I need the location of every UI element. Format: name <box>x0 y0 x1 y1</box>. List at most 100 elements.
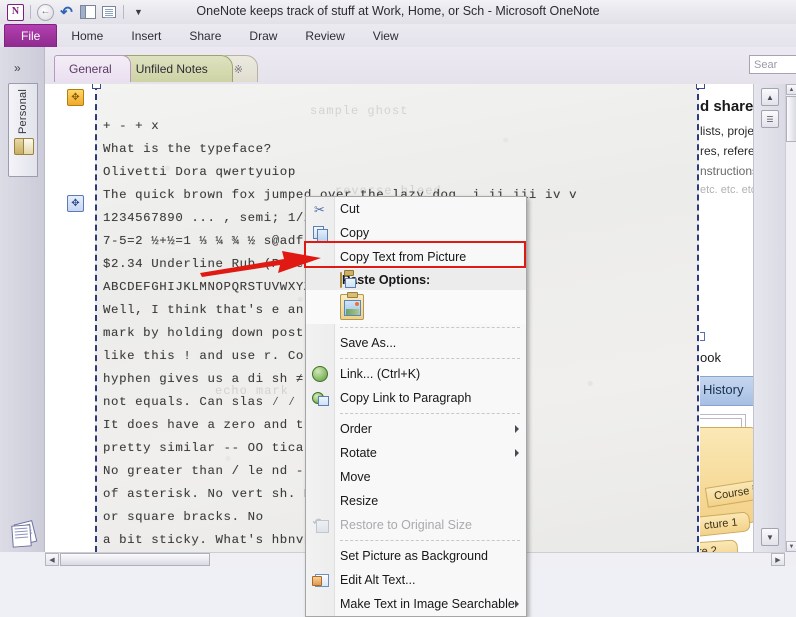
context-menu-item-copy-link-to-paragraph-label: Copy Link to Paragraph <box>340 391 471 405</box>
context-menu-item-set-picture-as-background-label: Set Picture as Background <box>340 549 488 563</box>
context-menu-item-save-as[interactable]: Save As... <box>306 331 526 355</box>
scrollbar-corner <box>785 552 796 566</box>
new-page-button[interactable]: ▲ <box>761 88 779 106</box>
expand-navigation-icon[interactable]: » <box>14 61 21 75</box>
context-menu-item-cut-label: Cut <box>340 202 359 216</box>
submenu-arrow-icon <box>515 600 519 608</box>
ribbon-tab-file[interactable]: File <box>4 24 57 47</box>
context-menu-item-restore-to-original-size: ↶ Restore to Original Size <box>306 513 526 537</box>
scan-line-2: What is the typeface? <box>103 142 272 156</box>
page-tab-history[interactable]: History <box>700 376 753 406</box>
context-menu-item-copy-text-from-picture[interactable]: Copy Text from Picture <box>306 245 526 269</box>
page-tabs-column: ▲ ☰ ▼ <box>753 84 786 552</box>
scan-line-3: Olivetti Dora qwertyuiop <box>103 165 296 179</box>
context-menu-item-move[interactable]: Move <box>306 465 526 489</box>
context-menu-item-rotate[interactable]: Rotate <box>306 441 526 465</box>
context-menu-item-resize-label: Resize <box>340 494 378 508</box>
submenu-arrow-icon <box>515 425 519 433</box>
notebook-icon <box>14 138 33 153</box>
scissors-icon: ✂ <box>310 200 329 218</box>
ribbon-tab-view[interactable]: View <box>359 25 413 47</box>
search-input[interactable]: Sear <box>749 55 796 74</box>
context-menu-item-make-text-in-image-searchable-label: Make Text in Image Searchable <box>340 597 515 611</box>
ribbon-tab-draw[interactable]: Draw <box>235 25 291 47</box>
page-scroll-down-button[interactable]: ▼ <box>761 528 779 546</box>
right-content-heading: d share <box>700 98 753 115</box>
scroll-left-button[interactable]: ◀ <box>45 553 59 566</box>
context-menu-item-resize[interactable]: Resize <box>306 489 526 513</box>
page-right-content: d share lists, projects, res, references… <box>700 84 753 552</box>
context-menu-separator-4 <box>306 537 526 544</box>
paste-picture-icon[interactable] <box>340 294 364 320</box>
context-menu-item-order[interactable]: Order <box>306 417 526 441</box>
new-section-icon: ※ <box>234 64 243 76</box>
ribbon-tab-share[interactable]: Share <box>175 25 235 47</box>
scroll-up-button[interactable]: ▲ <box>786 84 796 95</box>
context-menu-item-save-as-label: Save As... <box>340 336 396 350</box>
picture-context-menu[interactable]: ✂ Cut Copy Copy Text from Picture Paste … <box>305 196 527 617</box>
content-block-handle-small[interactable] <box>700 332 705 341</box>
context-menu-item-cut[interactable]: ✂ Cut <box>306 197 526 221</box>
scan-line-13: not equals. Can slas ∕ ∕ <box>103 395 296 409</box>
ribbon-tab-bar: File Home Insert Share Draw Review View <box>0 24 796 47</box>
submenu-arrow-icon <box>515 449 519 457</box>
context-menu-separator-3 <box>306 410 526 417</box>
vertical-scroll-thumb[interactable] <box>786 96 796 142</box>
annotation-arrow-icon <box>198 243 323 279</box>
context-menu-item-move-label: Move <box>340 470 371 484</box>
context-menu-item-copy-link-to-paragraph[interactable]: Copy Link to Paragraph <box>306 386 526 410</box>
context-menu-item-set-picture-as-background[interactable]: Set Picture as Background <box>306 544 526 568</box>
section-tab-general[interactable]: General <box>54 55 131 82</box>
page-tab-lecture-1[interactable]: cture 1 <box>700 511 751 537</box>
right-content-line-3: nstructions, journal, <box>700 164 753 178</box>
right-content-line-2: res, references, <box>700 144 753 158</box>
right-content-line-4: etc. etc. etc. <box>700 184 753 196</box>
window-title: OneNote keeps track of stuff at Work, Ho… <box>0 4 796 18</box>
context-menu-item-edit-alt-text-label: Edit Alt Text... <box>340 573 416 587</box>
context-menu-item-restore-to-original-size-label: Restore to Original Size <box>340 518 472 532</box>
alt-text-icon <box>310 571 329 589</box>
scroll-right-button[interactable]: ▶ <box>771 553 785 566</box>
right-content-line-1: lists, projects, <box>700 124 753 138</box>
context-menu-item-link-label: Link... (Ctrl+K) <box>340 367 420 381</box>
scan-line-1: + - + x <box>103 119 159 133</box>
ribbon-tab-home[interactable]: Home <box>57 25 117 47</box>
link-globe-icon <box>310 365 329 383</box>
paste-icon <box>340 273 342 287</box>
copy-icon <box>310 224 329 242</box>
section-tab-unfiled-notes[interactable]: Unfiled Notes <box>121 55 233 82</box>
page-tab-lecture-2[interactable]: re 2 <box>700 539 739 552</box>
context-menu-item-edit-alt-text[interactable]: Edit Alt Text... <box>306 568 526 592</box>
context-menu-item-make-text-in-image-searchable[interactable]: Make Text in Image Searchable <box>306 592 526 616</box>
vertical-scrollbar[interactable]: ▲ ▼ <box>785 84 796 552</box>
notebook-navigation-bar: » Personal <box>0 47 45 552</box>
ribbon-tab-insert[interactable]: Insert <box>117 25 175 47</box>
notebook-personal-label: Personal <box>17 89 29 134</box>
context-menu-paste-options-header: Paste Options: <box>306 269 526 290</box>
right-content-partial-word: ook <box>700 350 721 365</box>
page-tab-group-body[interactable] <box>700 427 753 523</box>
page-list-options-button[interactable]: ☰ <box>761 110 779 128</box>
context-menu-item-copy[interactable]: Copy <box>306 221 526 245</box>
context-menu-paste-gallery <box>306 290 526 324</box>
content-block-move-handle-active[interactable]: ✥ <box>67 89 84 106</box>
context-menu-item-rotate-label: Rotate <box>340 446 377 460</box>
context-menu-item-copy-label: Copy <box>340 226 369 240</box>
ribbon-tab-review[interactable]: Review <box>291 25 358 47</box>
scan-line-18: or square bracks. No <box>103 510 264 524</box>
context-menu-separator-1 <box>306 324 526 331</box>
copy-link-icon <box>310 389 329 407</box>
scroll-down-button[interactable]: ▼ <box>786 541 796 552</box>
horizontal-scroll-thumb[interactable] <box>60 553 210 566</box>
unfiled-notes-icon[interactable] <box>10 522 36 546</box>
notebook-personal-tab[interactable]: Personal <box>8 83 38 177</box>
context-menu-item-link[interactable]: Link... (Ctrl+K) <box>306 362 526 386</box>
title-bar: N ← ↶ ▼ OneNote keeps track of stuff at … <box>0 0 796 25</box>
context-menu-separator-2 <box>306 355 526 362</box>
context-menu-item-copy-text-from-picture-label: Copy Text from Picture <box>340 250 466 264</box>
content-block-move-handle[interactable]: ✥ <box>67 195 84 212</box>
restore-size-icon: ↶ <box>310 516 329 534</box>
section-tab-bar: General Unfiled Notes ※ Sear <box>44 47 796 84</box>
context-menu-item-order-label: Order <box>340 422 372 436</box>
resize-handle-top-left[interactable] <box>92 84 101 89</box>
